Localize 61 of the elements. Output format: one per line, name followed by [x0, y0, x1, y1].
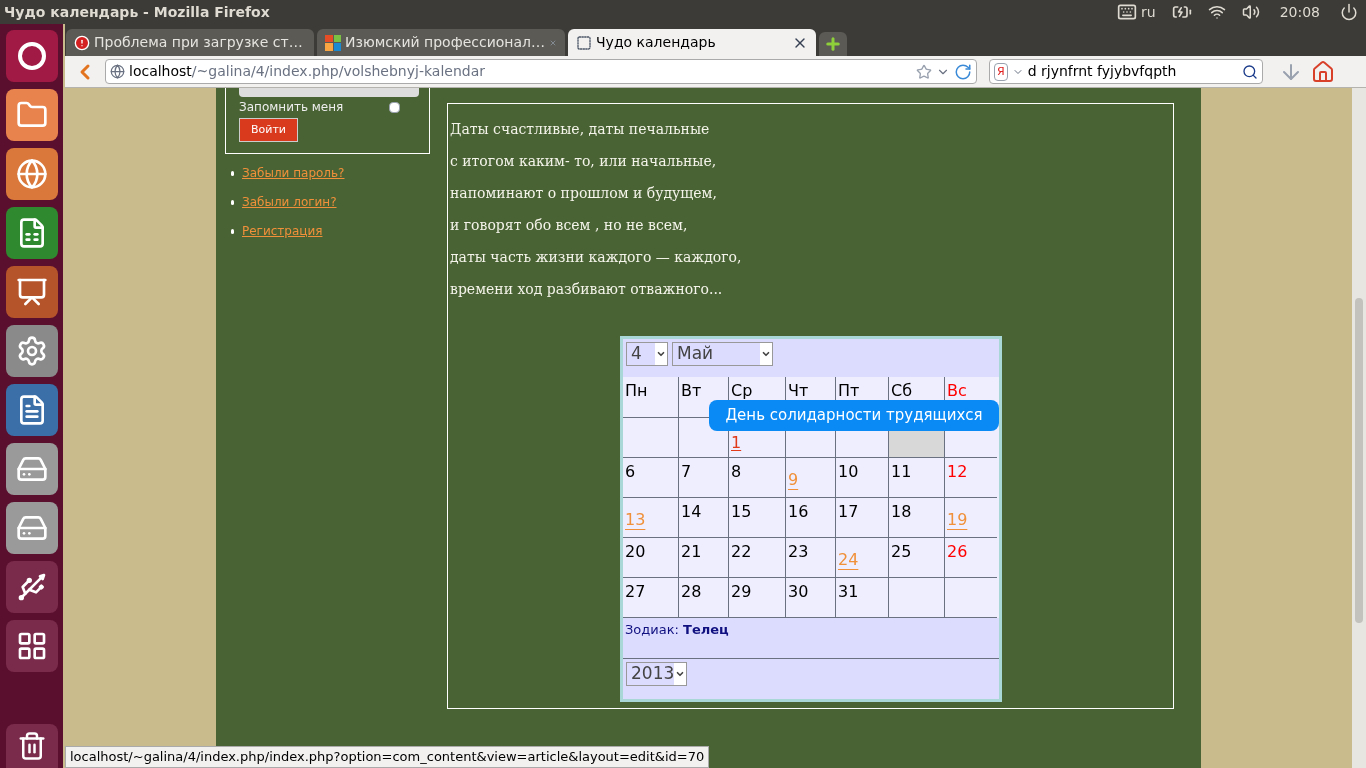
volume-icon[interactable]	[1241, 3, 1260, 21]
day-cell[interactable]: 27	[623, 578, 679, 618]
globe-icon	[110, 64, 125, 79]
new-tab-button[interactable]	[819, 32, 847, 56]
hard-drive-icon[interactable]	[5, 443, 58, 495]
bullet-icon	[231, 170, 234, 176]
spreadsheet-icon[interactable]	[5, 207, 58, 259]
remember-label: Запомнить меня	[239, 99, 344, 116]
ubuntu-logo-icon[interactable]	[5, 30, 58, 82]
plus-icon	[824, 35, 842, 53]
password-field[interactable]	[239, 88, 419, 97]
poem-line: напоминают о прошлом и будущем,	[450, 184, 718, 203]
usb-icon[interactable]	[5, 561, 58, 613]
bullet-icon	[231, 228, 234, 234]
presentation-icon[interactable]	[5, 266, 58, 318]
error-icon	[74, 34, 90, 51]
browser-tab[interactable]: Изюмский профессионал…	[317, 29, 565, 56]
day-cell[interactable]: 31	[836, 578, 889, 618]
power-icon[interactable]	[1340, 3, 1358, 21]
keyboard-layout[interactable]: ru	[1141, 1, 1156, 23]
bullet-icon	[231, 199, 234, 205]
document-icon[interactable]	[5, 384, 58, 436]
holiday-tooltip: День солидарности трудящихся	[709, 400, 999, 431]
cms-logo-icon	[325, 34, 341, 51]
poem-line: даты часть жизни каждого — каждого,	[450, 248, 743, 267]
blank-page-icon	[576, 34, 592, 51]
settings-icon[interactable]	[5, 325, 58, 377]
poem-line: с итогом каким- то, или начальные,	[450, 152, 718, 171]
folder-icon[interactable]	[5, 89, 58, 141]
reload-icon[interactable]	[954, 62, 972, 81]
search-icon[interactable]	[1242, 63, 1258, 80]
poem-line: и говорят обо всем , но не всем,	[450, 216, 689, 235]
poem-line: времени ход разбивают отважного...	[450, 280, 724, 299]
window-title: Чудо календарь - Mozilla Firefox	[4, 2, 270, 22]
bookmark-star-icon[interactable]	[916, 63, 932, 80]
day-select[interactable]: 4	[626, 342, 668, 366]
remember-checkbox[interactable]	[389, 101, 400, 113]
home-icon[interactable]	[1311, 59, 1335, 84]
browser-tab[interactable]: Чудо календарь	[568, 29, 816, 56]
status-url: localhost/~galina/4/index.php/index.php?option=com_content&view=article&layout=edit&id=70	[65, 746, 710, 768]
month-select[interactable]: Май	[672, 342, 773, 366]
wifi-icon[interactable]	[1207, 3, 1226, 21]
day-cell[interactable]: 30	[786, 578, 836, 618]
search-field[interactable]: Я d rjynfrnt fyjybvfqpth	[989, 59, 1263, 84]
search-engine-badge[interactable]: Я	[994, 62, 1008, 81]
year-select[interactable]: 2013	[626, 662, 687, 686]
login-button[interactable]: Войти	[239, 118, 298, 142]
hard-drive-icon[interactable]	[5, 502, 58, 554]
browser-tab[interactable]: Проблема при загрузке ст…	[66, 29, 314, 56]
scrollbar[interactable]	[1352, 88, 1366, 768]
zodiac-label: Зодиак:	[625, 622, 680, 637]
day-cell[interactable]: 29	[729, 578, 786, 618]
workspaces-icon[interactable]	[5, 620, 58, 672]
address-field[interactable]: localhost/~galina/4/index.php/volshebnyj-kalendar	[105, 59, 977, 84]
zodiac-sign: Телец	[683, 622, 729, 637]
browser-icon[interactable]	[5, 148, 58, 200]
poem-line: Даты счастливые, даты печальные	[450, 120, 711, 139]
trash-icon[interactable]	[5, 724, 58, 768]
keyboard-icon[interactable]	[1117, 2, 1137, 22]
day-cell[interactable]: 28	[679, 578, 729, 618]
clock[interactable]: 20:08	[1279, 1, 1320, 23]
